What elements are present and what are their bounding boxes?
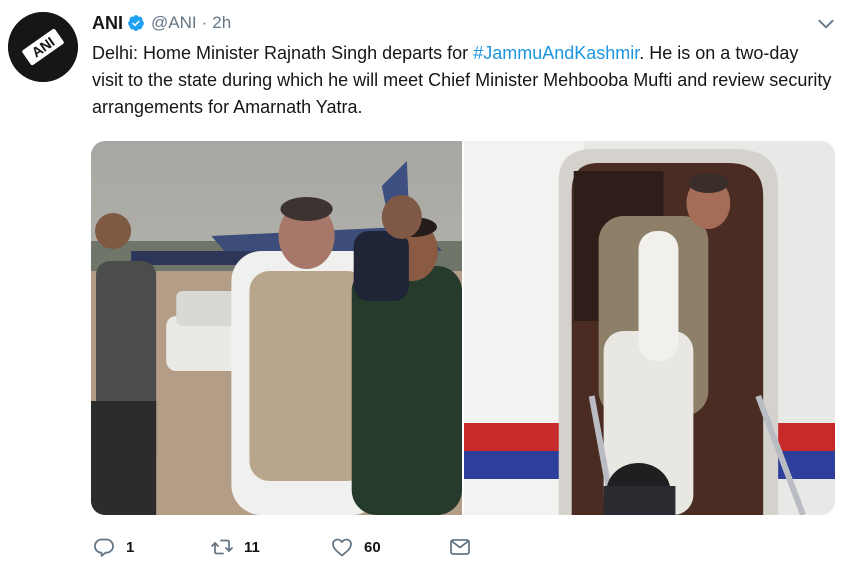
tweet-text-start: Delhi: Home Minister Rajnath Singh depar… bbox=[92, 43, 474, 63]
photo-airport-walk[interactable] bbox=[91, 141, 462, 515]
separator-dot: · bbox=[201, 13, 208, 32]
direct-message-icon bbox=[450, 539, 470, 555]
tweet-actions: 1 11 60 bbox=[92, 532, 472, 562]
reply-icon bbox=[94, 538, 114, 557]
hashtag-link[interactable]: #JammuAndKashmir bbox=[473, 43, 639, 63]
author-name[interactable]: ANI bbox=[92, 13, 123, 34]
photo-2-image bbox=[464, 141, 835, 515]
retweet-count: 11 bbox=[244, 538, 260, 556]
ani-logo: ANI bbox=[8, 12, 78, 82]
retweet-icon bbox=[211, 539, 233, 555]
like-count: 60 bbox=[364, 538, 381, 556]
direct-message-button[interactable] bbox=[448, 535, 472, 559]
like-button[interactable]: 60 bbox=[330, 535, 448, 559]
avatar[interactable]: ANI bbox=[8, 12, 78, 82]
tweet-media[interactable] bbox=[91, 141, 835, 515]
tweet-timestamp[interactable]: 2h bbox=[212, 13, 231, 33]
photo-1-image bbox=[91, 141, 462, 515]
reply-button[interactable]: 1 bbox=[92, 535, 210, 559]
reply-count: 1 bbox=[126, 538, 135, 556]
photo-boarding-aircraft[interactable] bbox=[464, 141, 835, 515]
retweet-button[interactable]: 11 bbox=[210, 535, 330, 559]
tweet-text: Delhi: Home Minister Rajnath Singh depar… bbox=[92, 40, 832, 121]
tweet-header: ANI @ANI · 2h bbox=[92, 12, 231, 34]
verified-badge-icon bbox=[128, 15, 144, 31]
author-handle[interactable]: @ANI bbox=[151, 13, 197, 33]
heart-icon bbox=[332, 538, 352, 557]
chevron-down-icon[interactable] bbox=[816, 14, 836, 34]
